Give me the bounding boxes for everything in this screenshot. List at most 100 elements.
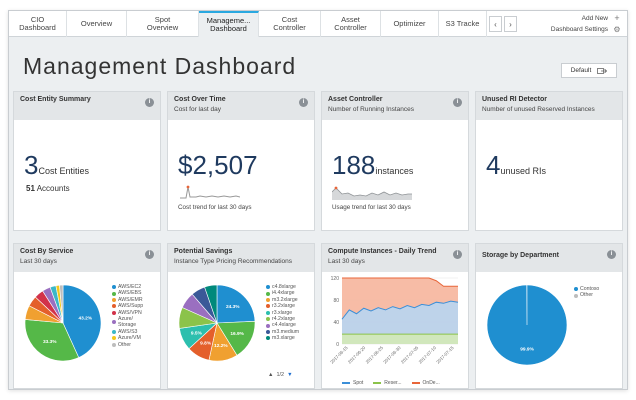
export-icon	[597, 67, 608, 74]
card-header: Unused RI Detector Number of unused Rese…	[476, 92, 622, 120]
legend-item[interactable]: Azure/ Storage	[112, 316, 143, 329]
tabs-scroll-left-icon[interactable]: ‹	[489, 16, 502, 32]
x-tick-label: 2017-07-15	[435, 345, 455, 365]
card-header: Compute Instances - Daily Trend Last 30 …	[322, 244, 468, 272]
tab-cost-controller[interactable]: Cost Controller	[259, 11, 321, 37]
default-view-button[interactable]: Default	[561, 63, 617, 78]
card-body: 120 80 40 0 2017-06-15 2017-06-20 2017-06-25 20…	[322, 272, 468, 388]
unused-ri-count: 4unused RIs	[486, 150, 546, 181]
cost-by-service-pie: 43.2% 33.3%	[24, 284, 102, 362]
card-storage-by-department: Storage by Department i 99.9% Contoso Oth…	[475, 243, 623, 389]
legend-dot	[266, 336, 270, 341]
info-icon[interactable]: i	[453, 98, 462, 107]
plus-icon[interactable]: +	[613, 13, 621, 24]
info-icon[interactable]: i	[299, 98, 308, 107]
legend-item[interactable]: m3.xlarge	[266, 335, 299, 341]
cost-sparkline	[180, 185, 240, 199]
tab-actions: Add New + Dashboard Settings ⚙	[551, 13, 621, 35]
card-asset-controller: Asset Controller Number of Running Insta…	[321, 91, 469, 231]
legend-dot	[266, 285, 270, 290]
dashboard-settings-label[interactable]: Dashboard Settings	[551, 24, 608, 35]
cost-entity-number: 3	[24, 150, 39, 180]
card-compute-instances: Compute Instances - Daily Trend Last 30 …	[321, 243, 469, 389]
cost-value: $2,507	[178, 150, 258, 180]
legend-dot	[266, 317, 270, 322]
potential-savings-legend: c4.8xlarge i4.4xlarge m3.2xlarge r3.2xlarge…	[266, 284, 299, 342]
legend-label: Other	[118, 341, 131, 348]
card-title: Unused RI Detector	[482, 96, 547, 103]
info-icon[interactable]: i	[145, 98, 154, 107]
card-cost-over-time: Cost Over Time Cost for last day i $2,50…	[167, 91, 315, 231]
info-icon[interactable]: i	[607, 250, 616, 259]
card-header: Cost By Service Last 30 days i	[14, 244, 160, 272]
dashboard-settings-row[interactable]: Dashboard Settings ⚙	[551, 24, 621, 35]
legend-label: m3.xlarge	[272, 335, 295, 342]
pie-slice[interactable]	[216, 284, 256, 324]
area-series[interactable]	[342, 334, 458, 344]
card-header: Asset Controller Number of Running Insta…	[322, 92, 468, 120]
cost-entity-unit: Cost Entities	[38, 166, 89, 176]
y-tick-label: 0	[336, 342, 339, 348]
pager-up-icon[interactable]: ▲	[268, 372, 273, 378]
legend-dot	[112, 336, 116, 341]
legend-pager[interactable]: ▲ 1/2 ▼	[268, 372, 293, 378]
gear-icon[interactable]: ⚙	[613, 24, 621, 35]
legend-swatch	[373, 382, 382, 384]
card-header: Storage by Department i	[476, 244, 622, 272]
tab-asset-controller[interactable]: Asset Controller	[321, 11, 381, 37]
cost-entity-count: 3Cost Entities	[24, 150, 89, 181]
tab-s3-tracker[interactable]: S3 Tracke	[439, 11, 487, 37]
tab-spot-overview[interactable]: Spot Overview	[127, 11, 199, 37]
legend-swatch	[411, 382, 420, 384]
page-title: Management Dashboard	[23, 53, 297, 79]
legend-item[interactable]: Other	[574, 292, 599, 298]
y-tick-label: 80	[333, 298, 339, 304]
potential-savings-pie: 24.3% 16.9%12.2%9.8% 9.5%	[178, 284, 256, 362]
tab-cio-dashboard[interactable]: CIO Dashboard	[9, 11, 67, 37]
pie-slice-label: 9.5%	[191, 330, 203, 336]
card-title: Cost By Service	[20, 248, 74, 255]
legend-dot	[112, 298, 116, 303]
instance-number: 188	[332, 150, 376, 180]
card-title: Asset Controller	[328, 96, 383, 103]
add-new-label[interactable]: Add New	[582, 13, 608, 24]
card-subtitle: Number of unused Reserved Instances	[482, 106, 595, 113]
tab-management-dashboard[interactable]: Manageme... Dashboard	[199, 11, 259, 37]
card-title: Potential Savings	[174, 248, 233, 255]
legend-dot	[266, 304, 270, 309]
pie-slice-label: 99.9%	[520, 346, 534, 352]
legend-item[interactable]: Other	[112, 342, 143, 348]
pie-slice-label: 9.8%	[200, 340, 212, 346]
pie-slice-label: 12.2%	[214, 343, 228, 349]
unused-ri-unit: unused RIs	[500, 166, 546, 176]
card-potential-savings: Potential Savings Instance Type Pricing …	[167, 243, 315, 389]
info-icon[interactable]: i	[145, 250, 154, 259]
card-header: Cost Entity Summary i	[14, 92, 160, 120]
legend-dot	[112, 342, 116, 347]
legend-swatch	[342, 382, 350, 384]
instance-count: 188instances	[332, 150, 413, 181]
tab-overview[interactable]: Overview	[67, 11, 127, 37]
info-icon[interactable]: i	[453, 250, 462, 259]
legend-dot	[266, 330, 270, 335]
y-tick-label: 40	[333, 320, 339, 326]
usage-trend-caption: Usage trend for last 30 days	[332, 204, 411, 211]
cost-by-service-legend: AWS/EC2 AWS/EBS AWS/EMR AWS/Supp AWS/VPN Azur…	[112, 284, 143, 348]
unused-ri-number: 4	[486, 150, 501, 180]
default-view-label: Default	[570, 67, 592, 74]
card-header: Cost Over Time Cost for last day i	[168, 92, 314, 120]
tabs-scroll-right-icon[interactable]: ›	[504, 16, 517, 32]
pie-slice-label: 43.2%	[78, 316, 92, 322]
legend-dot	[574, 293, 578, 298]
pager-down-icon[interactable]: ▼	[287, 372, 292, 378]
legend-label: Spot	[353, 380, 364, 386]
add-new-row[interactable]: Add New +	[551, 13, 621, 24]
y-tick-label: 120	[331, 276, 340, 282]
tab-optimizer[interactable]: Optimizer	[381, 11, 439, 37]
legend-dot	[112, 330, 116, 335]
legend-dot	[112, 291, 116, 296]
legend-label: Reser...	[384, 380, 402, 386]
pie-slice-label: 24.3%	[226, 304, 240, 310]
accounts-line: 51 Accounts	[26, 184, 70, 193]
card-title: Compute Instances - Daily Trend	[328, 248, 437, 255]
